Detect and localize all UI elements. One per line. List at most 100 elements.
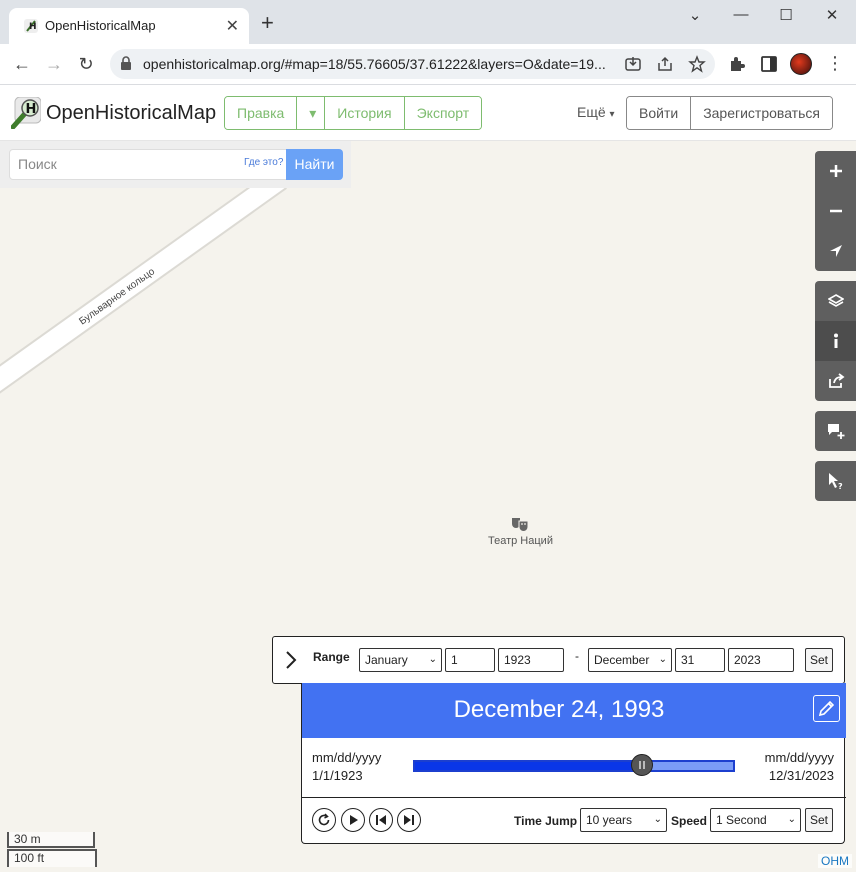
export-button[interactable]: Экспорт [404,97,482,129]
time-slider-thumb[interactable] [630,754,653,776]
start-month-select[interactable]: January ⌄ [359,648,442,672]
bookmark-star-icon[interactable] [688,55,706,73]
layers-icon [827,294,844,307]
maximize-button[interactable]: ☐ [771,6,801,26]
history-button[interactable]: История [325,97,405,129]
search-button[interactable]: Найти [286,149,343,180]
forward-button[interactable]: → [42,52,66,76]
zoom-out-button[interactable] [815,191,856,231]
step-back-button[interactable] [369,808,393,832]
more-label: Ещё [577,104,606,120]
left-date-value: 1/1/1923 [312,768,363,783]
url-text[interactable]: openhistoricalmap.org/#map=18/55.76605/3… [143,56,621,72]
side-panel-icon[interactable] [760,55,778,73]
browser-menu-icon[interactable]: ⋮ [826,54,844,72]
end-year-input[interactable]: 2023 [728,648,794,672]
speed-value: 1 Second [716,813,767,827]
close-window-button[interactable]: ✕ [817,6,847,26]
chevron-down-icon: ⌄ [653,814,662,825]
skip-forward-icon [404,815,414,825]
search-bar: Поиск Где это? Найти [0,141,351,188]
start-year-input[interactable]: 1923 [498,648,564,672]
tab-close-icon[interactable]: ✕ [226,16,239,36]
play-button[interactable] [341,808,365,832]
panel-divider [302,797,846,798]
tab-title: OpenHistoricalMap [45,18,156,33]
play-icon [350,815,358,825]
reset-icon [318,813,330,826]
end-month-select[interactable]: December ⌄ [588,648,672,672]
info-icon [833,333,838,348]
install-app-icon[interactable] [624,55,642,73]
browser-toolbar: ← → ↻ openhistoricalmap.org/#map=18/55.7… [0,44,856,85]
site-brand[interactable]: OpenHistoricalMap [46,102,216,125]
speed-set-button[interactable]: Set [805,808,833,832]
time-slider-track[interactable] [413,760,735,772]
time-slider-fill [415,762,641,770]
edit-button[interactable]: Правка [225,97,298,129]
poi-label[interactable]: Театр Наций [488,535,553,547]
pencil-icon [818,700,835,717]
reload-button[interactable]: ↻ [74,52,98,76]
share-button[interactable] [815,361,856,401]
new-tab-button[interactable]: + [261,12,274,34]
map-info-button[interactable] [815,321,856,361]
login-button[interactable]: Войти [627,97,692,129]
reset-button[interactable] [312,808,336,832]
where-is-this-link[interactable]: Где это? [244,157,283,168]
time-slider-panel: December 24, 1993 mm/dd/yyyy 1/1/1923 mm… [301,683,846,844]
speed-select[interactable]: 1 Second ⌄ [710,808,801,832]
profile-avatar[interactable] [790,53,812,75]
layers-button[interactable] [815,281,856,321]
address-bar[interactable]: openhistoricalmap.org/#map=18/55.76605/3… [110,49,715,79]
step-forward-button[interactable] [397,808,421,832]
scale-imperial: 100 ft [7,849,97,867]
speed-label: Speed [671,814,708,828]
start-month-value: January [365,653,408,667]
svg-text:H: H [26,102,37,117]
ohm-attribution-link[interactable]: OHM [818,854,852,868]
edit-dropdown-caret-icon[interactable]: ▾ [297,97,326,129]
add-note-button[interactable] [815,411,856,451]
current-date-header: December 24, 1993 [302,683,846,738]
site-header: H OpenHistoricalMap Правка ▾ История Экс… [0,85,856,141]
chevron-down-icon: ⌄ [658,654,667,665]
back-button[interactable]: ← [10,52,34,76]
end-day-input[interactable]: 31 [675,648,725,672]
edit-nav-group: Правка ▾ История Экспорт [224,96,483,130]
svg-text:H: H [29,22,37,32]
chevron-down-icon: ⌄ [787,814,796,825]
more-menu[interactable]: Ещё ▾ [577,104,615,120]
locate-button[interactable] [815,231,856,271]
query-icon: ? [828,473,843,490]
right-date-format: mm/dd/yyyy [764,750,834,765]
edit-date-button[interactable] [813,695,840,722]
range-separator: - [575,649,579,663]
ohm-favicon-icon: H [24,19,38,33]
right-date-value: 12/31/2023 [768,768,834,783]
browser-tabstrip: H OpenHistoricalMap ✕ + ⌄ — ☐ ✕ [0,0,856,44]
minimize-button[interactable]: — [726,6,756,26]
theatre-icon [512,518,529,532]
time-jump-select[interactable]: 10 years ⌄ [580,808,667,832]
range-label: Range [313,650,350,664]
signup-button[interactable]: Зарегистроваться [691,97,832,129]
share-page-icon[interactable] [656,55,674,73]
browser-tab[interactable]: H OpenHistoricalMap ✕ [9,8,249,44]
locate-icon [829,245,842,257]
share-icon [828,373,844,388]
collapse-chevron-icon[interactable] [285,651,297,669]
time-jump-label: Time Jump [514,814,578,828]
ohm-logo-icon[interactable]: H [11,97,41,129]
range-set-button[interactable]: Set [805,648,833,672]
auth-group: Войти Зарегистроваться [626,96,833,130]
scale-metric: 30 m [7,832,95,848]
query-features-button[interactable]: ? [815,461,856,501]
extensions-icon[interactable] [728,55,746,73]
zoom-out-icon [829,209,842,213]
start-day-input[interactable]: 1 [445,648,495,672]
zoom-in-button[interactable] [815,151,856,191]
left-date-format: mm/dd/yyyy [312,750,382,765]
tab-search-icon[interactable]: ⌄ [680,6,710,26]
svg-text:?: ? [838,482,843,490]
